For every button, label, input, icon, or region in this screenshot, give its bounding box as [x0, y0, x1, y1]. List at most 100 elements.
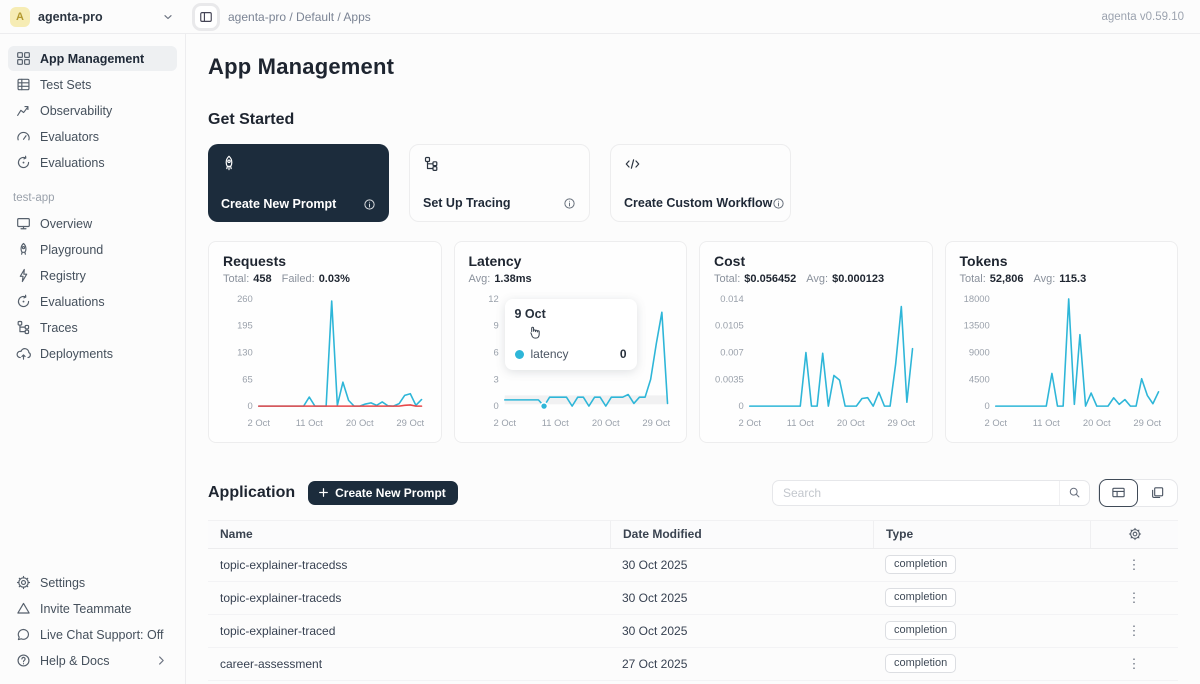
- chevron-right-icon: [154, 653, 169, 668]
- app-name: career-assessment: [208, 657, 610, 671]
- hand-cursor-icon: [527, 325, 542, 340]
- topbar: A agenta-pro agenta-pro / Default / Apps…: [0, 0, 1200, 34]
- sidebar: App Management Test SetsObservability Eval…: [0, 34, 186, 684]
- sidebar-item-label: Evaluators: [40, 130, 99, 144]
- breadcrumb[interactable]: agenta-pro / Default / Apps: [228, 10, 371, 24]
- plus-icon: [318, 487, 329, 498]
- tooltip-date: 9 Oct: [515, 307, 627, 321]
- sidebar-item-traces[interactable]: Traces: [8, 315, 177, 340]
- sidebar-item-overview[interactable]: Overview: [8, 211, 177, 236]
- sidebar-footer-item-settings[interactable]: Settings: [8, 570, 177, 595]
- column-type[interactable]: Type: [873, 521, 1090, 548]
- table-row[interactable]: topic-explainer-traced30 Oct 2025complet…: [208, 615, 1178, 648]
- deployments-icon: [16, 346, 31, 361]
- sidebar-item-deployments[interactable]: Deployments: [8, 341, 177, 366]
- app-window: A agenta-pro agenta-pro / Default / Apps…: [0, 0, 1200, 684]
- series-cost: [750, 307, 913, 407]
- sidebar-collapse-button[interactable]: [192, 3, 220, 31]
- evaluations-icon: [16, 155, 31, 170]
- sidebar-item-registry[interactable]: Registry: [8, 263, 177, 288]
- bolt-icon: [16, 268, 31, 283]
- svg-text:20 Oct: 20 Oct: [837, 417, 865, 428]
- svg-text:11 Oct: 11 Oct: [541, 417, 568, 428]
- sidebar-item-playground[interactable]: Playground: [8, 237, 177, 262]
- create-new-prompt-button[interactable]: Create New Prompt: [308, 481, 458, 505]
- row-menu-button[interactable]: ⋮: [1122, 589, 1147, 606]
- info-icon[interactable]: [772, 197, 785, 210]
- svg-text:12: 12: [488, 293, 498, 304]
- table-settings[interactable]: [1090, 521, 1178, 548]
- sidebar-item-evaluators[interactable]: Evaluators: [8, 124, 177, 149]
- chart-area-latency[interactable]: 0369122 Oct11 Oct20 Oct29 Oct9 Octlatenc…: [469, 289, 673, 438]
- svg-text:130: 130: [237, 347, 253, 358]
- search-icon[interactable]: [1059, 481, 1089, 505]
- svg-text:2 Oct: 2 Oct: [984, 417, 1007, 428]
- grid-icon: [16, 51, 31, 66]
- svg-text:65: 65: [242, 373, 252, 384]
- series-tokens: [995, 299, 1158, 406]
- hover-point-marker: [540, 403, 547, 410]
- sidebar-item-evaluations[interactable]: Evaluations: [8, 289, 177, 314]
- svg-text:0: 0: [739, 400, 744, 411]
- table-header: Name Date Modified Type: [208, 520, 1178, 549]
- sidebar-item-label: App Management: [40, 52, 144, 66]
- svg-text:9000: 9000: [968, 347, 989, 358]
- app-type: completion: [873, 588, 1090, 607]
- sidebar-footer-item-live-chat-support-off[interactable]: Live Chat Support: Off: [8, 622, 177, 647]
- sidebar-item-observability[interactable]: Observability: [8, 98, 177, 123]
- set-up-tracing-card[interactable]: Set Up Tracing: [409, 144, 590, 222]
- workspace-selector[interactable]: A agenta-pro: [0, 7, 186, 27]
- app-date-modified: 30 Oct 2025: [610, 591, 873, 605]
- app-date-modified: 27 Oct 2025: [610, 657, 873, 671]
- table-row[interactable]: career-assessment27 Oct 2025completion⋮: [208, 648, 1178, 681]
- svg-text:11 Oct: 11 Oct: [1032, 417, 1059, 428]
- workspace-avatar: A: [10, 7, 30, 27]
- chart-title: Requests: [223, 253, 427, 269]
- evaluations-icon: [16, 294, 31, 309]
- app-name: topic-explainer-traceds: [208, 591, 610, 605]
- create-button-label: Create New Prompt: [335, 486, 446, 500]
- row-menu-button[interactable]: ⋮: [1122, 655, 1147, 672]
- sidebar-item-test-sets[interactable]: Test Sets: [8, 72, 177, 97]
- chart-stat: Total:52,806: [960, 273, 1024, 285]
- chart-title: Latency: [469, 253, 673, 269]
- svg-text:18000: 18000: [963, 293, 989, 304]
- svg-text:20 Oct: 20 Oct: [591, 417, 619, 428]
- row-menu-button[interactable]: ⋮: [1122, 556, 1147, 573]
- main-content: App Management Get Started Create New Pr…: [186, 34, 1200, 684]
- chart-stat: Avg:$0.000123: [806, 273, 884, 285]
- svg-text:0.014: 0.014: [720, 293, 744, 304]
- info-icon[interactable]: [563, 197, 576, 210]
- info-icon[interactable]: [363, 198, 376, 211]
- app-date-modified: 30 Oct 2025: [610, 624, 873, 638]
- card-view-button[interactable]: [1138, 479, 1177, 507]
- svg-text:0: 0: [493, 400, 498, 411]
- chart-area-cost[interactable]: 00.00350.0070.01050.0142 Oct11 Oct20 Oct…: [714, 289, 918, 438]
- sidebar-footer-item-help-docs[interactable]: Help & Docs: [8, 648, 177, 673]
- sidebar-item-app-management[interactable]: App Management: [8, 46, 177, 71]
- chart-area-tokens[interactable]: 04500900013500180002 Oct11 Oct20 Oct29 O…: [960, 289, 1164, 438]
- observability-icon: [16, 103, 31, 118]
- create-custom-workflow-card[interactable]: Create Custom Workflow: [610, 144, 791, 222]
- column-name[interactable]: Name: [208, 521, 610, 548]
- sidebar-item-label: Invite Teammate: [40, 602, 131, 616]
- chat-icon: [16, 627, 31, 642]
- card-view-icon: [1150, 485, 1165, 500]
- chart-card-tokens: TokensTotal:52,806Avg:115.30450090001350…: [945, 241, 1179, 443]
- sidebar-footer-item-invite-teammate[interactable]: Invite Teammate: [8, 596, 177, 621]
- column-date-modified[interactable]: Date Modified: [610, 521, 873, 548]
- search-input[interactable]: [773, 486, 1059, 500]
- table-row[interactable]: topic-explainer-traceds30 Oct 2025comple…: [208, 582, 1178, 615]
- table-row[interactable]: topic-explainer-tracedss30 Oct 2025compl…: [208, 549, 1178, 582]
- row-menu-button[interactable]: ⋮: [1122, 622, 1147, 639]
- create-new-prompt-card[interactable]: Create New Prompt: [208, 144, 389, 222]
- app-type: completion: [873, 621, 1090, 640]
- table-view-button[interactable]: [1099, 479, 1138, 507]
- help-icon: [16, 653, 31, 668]
- chart-stat: Failed:0.03%: [282, 273, 350, 285]
- svg-text:29 Oct: 29 Oct: [887, 417, 915, 428]
- svg-text:29 Oct: 29 Oct: [1133, 417, 1161, 428]
- sidebar-item-evaluations[interactable]: Evaluations: [8, 150, 177, 175]
- chart-area-requests[interactable]: 0651301952602 Oct11 Oct20 Oct29 Oct: [223, 289, 427, 438]
- chart-card-requests: RequestsTotal:458Failed:0.03%06513019526…: [208, 241, 442, 443]
